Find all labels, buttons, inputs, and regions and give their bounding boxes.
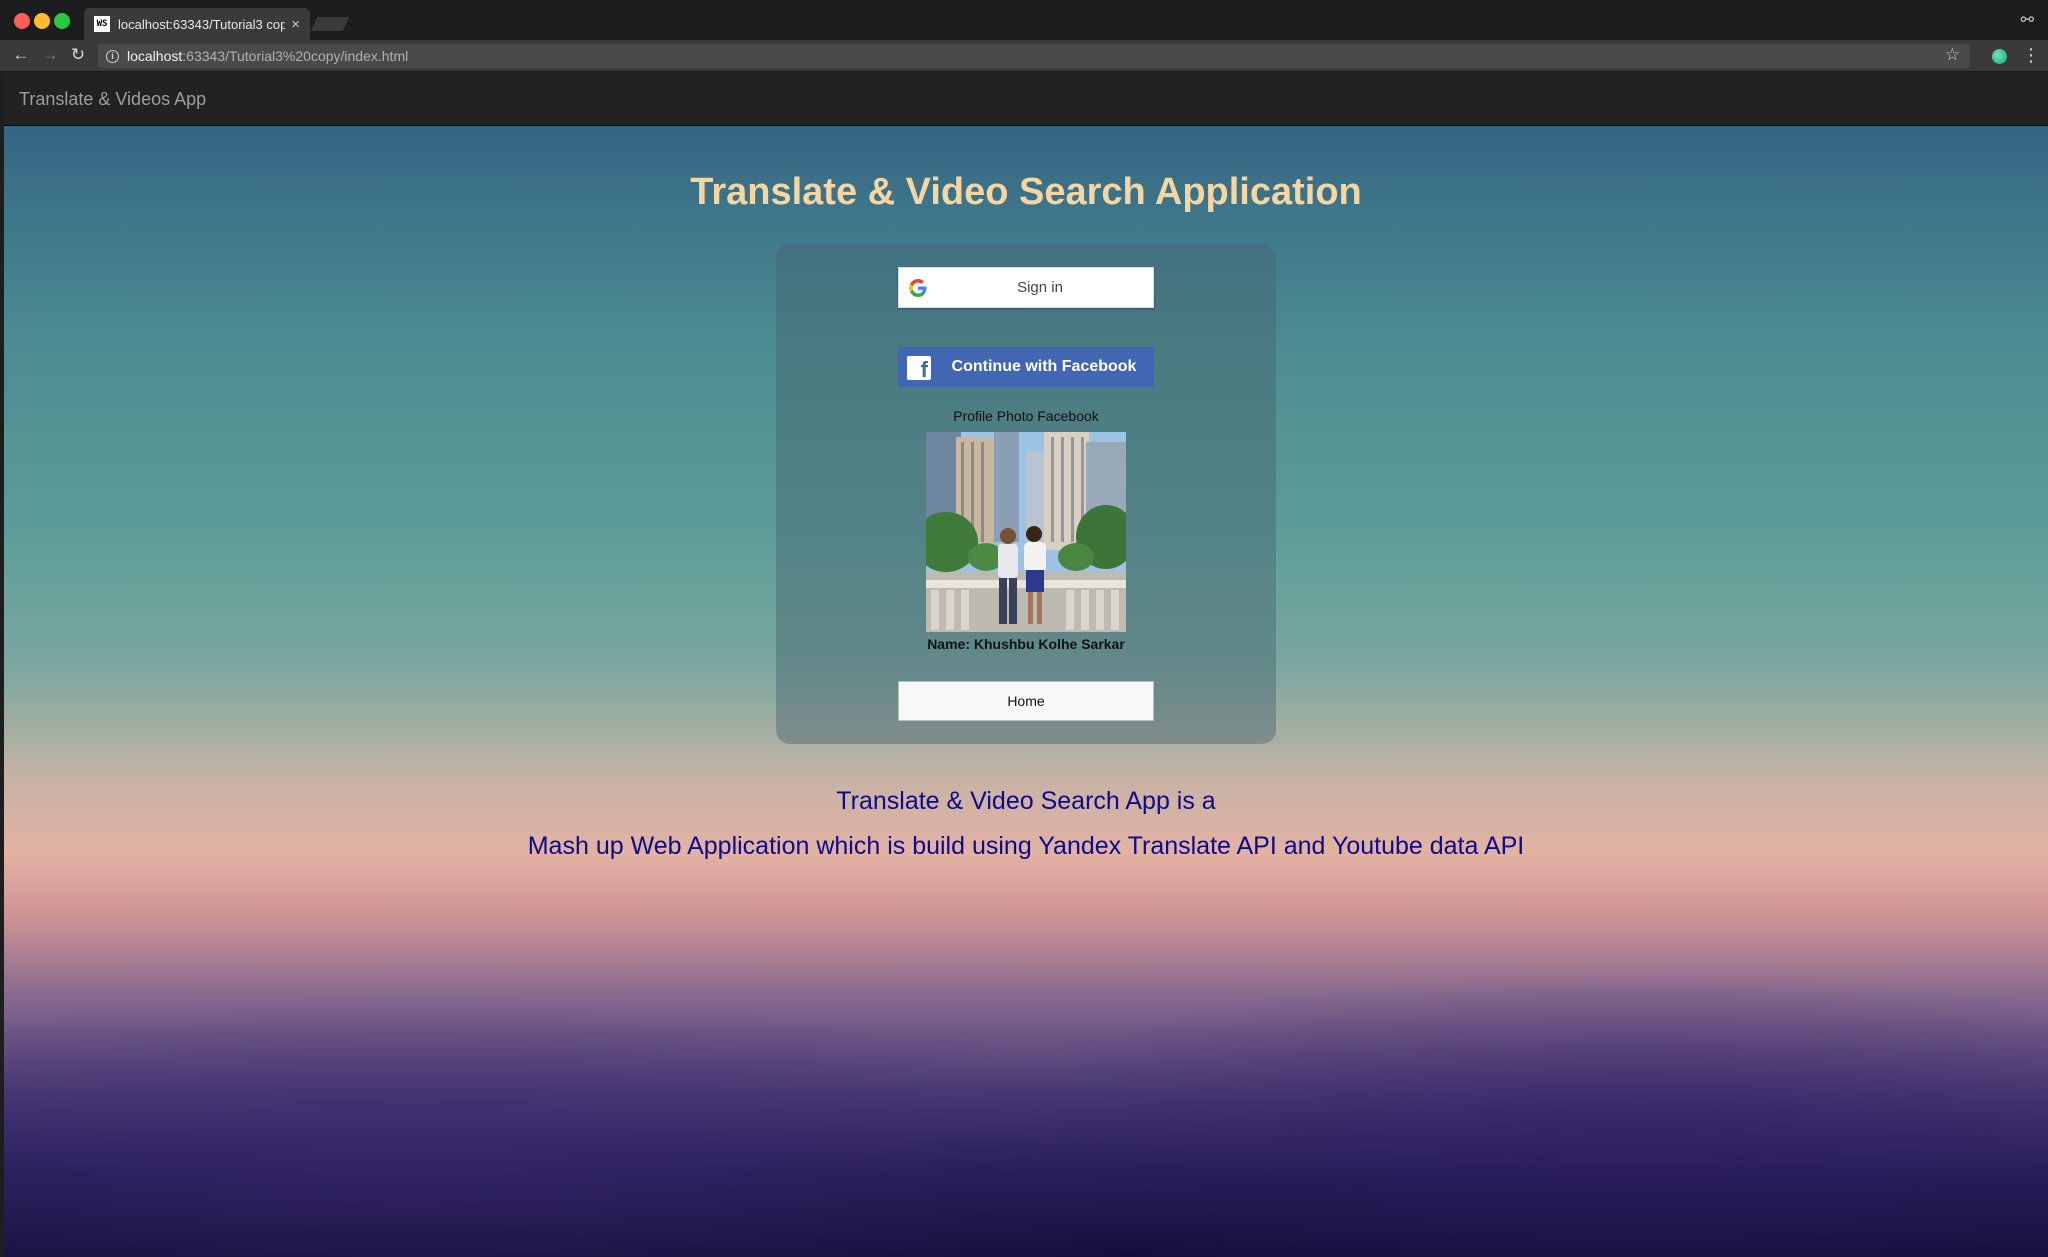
address-bar[interactable]: i localhost:63343/Tutorial3%20copy/index…: [98, 44, 1970, 68]
profile-photo: [926, 432, 1126, 632]
description-line-1: Translate & Video Search App is a: [836, 787, 1216, 815]
browser-toolbar: ← → ↻ i localhost:63343/Tutorial3%20copy…: [0, 40, 2048, 72]
reload-icon[interactable]: ↻: [66, 43, 90, 67]
google-signin-label: Sign in: [1017, 279, 1063, 296]
maximize-window-button[interactable]: [54, 13, 70, 29]
info-icon[interactable]: i: [106, 49, 119, 63]
google-signin-button[interactable]: Sign in: [898, 267, 1154, 308]
profile-photo-caption: Profile Photo Facebook: [953, 408, 1099, 424]
facebook-login-label: Continue with Facebook: [951, 358, 1137, 375]
minimize-window-button[interactable]: [34, 13, 50, 29]
description-line-2: Mash up Web Application which is build u…: [527, 832, 1525, 860]
arrow-left-icon[interactable]: ←: [9, 43, 33, 67]
google-g-icon: [909, 279, 927, 297]
incognito-icon: ⚯: [2020, 12, 2034, 29]
navbar-brand[interactable]: Translate & Videos App: [19, 89, 206, 110]
login-card: Sign in f Continue with Facebook Profile…: [776, 244, 1276, 744]
kebab-menu-icon[interactable]: ⋮: [2022, 45, 2040, 66]
facebook-login-button[interactable]: f Continue with Facebook: [898, 347, 1154, 387]
tab-close-icon[interactable]: ×: [291, 16, 300, 33]
page-title: Translate & Video Search Application: [690, 171, 1362, 213]
page-viewport: Translate & Videos App Translate & Video…: [4, 73, 2048, 1257]
tab-title: localhost:63343/Tutorial3 copy: [118, 16, 286, 32]
close-window-button[interactable]: [14, 13, 30, 29]
star-icon[interactable]: ☆: [1945, 45, 1960, 65]
facebook-f-icon: f: [907, 356, 931, 380]
browser-titlebar: WS localhost:63343/Tutorial3 copy × ⚯: [0, 0, 2048, 40]
navbar: Translate & Videos App: [4, 73, 2048, 126]
webstorm-favicon-icon: WS: [94, 16, 110, 32]
extension-icon[interactable]: [1992, 49, 2007, 64]
url-text: localhost:63343/Tutorial3%20copy/index.h…: [127, 48, 409, 64]
new-tab-button[interactable]: [310, 17, 350, 31]
profile-name: Name: Khushbu Kolhe Sarkar: [927, 636, 1125, 652]
home-button[interactable]: Home: [898, 681, 1154, 721]
browser-tab[interactable]: WS localhost:63343/Tutorial3 copy ×: [84, 8, 310, 40]
arrow-right-icon[interactable]: →: [38, 43, 62, 67]
